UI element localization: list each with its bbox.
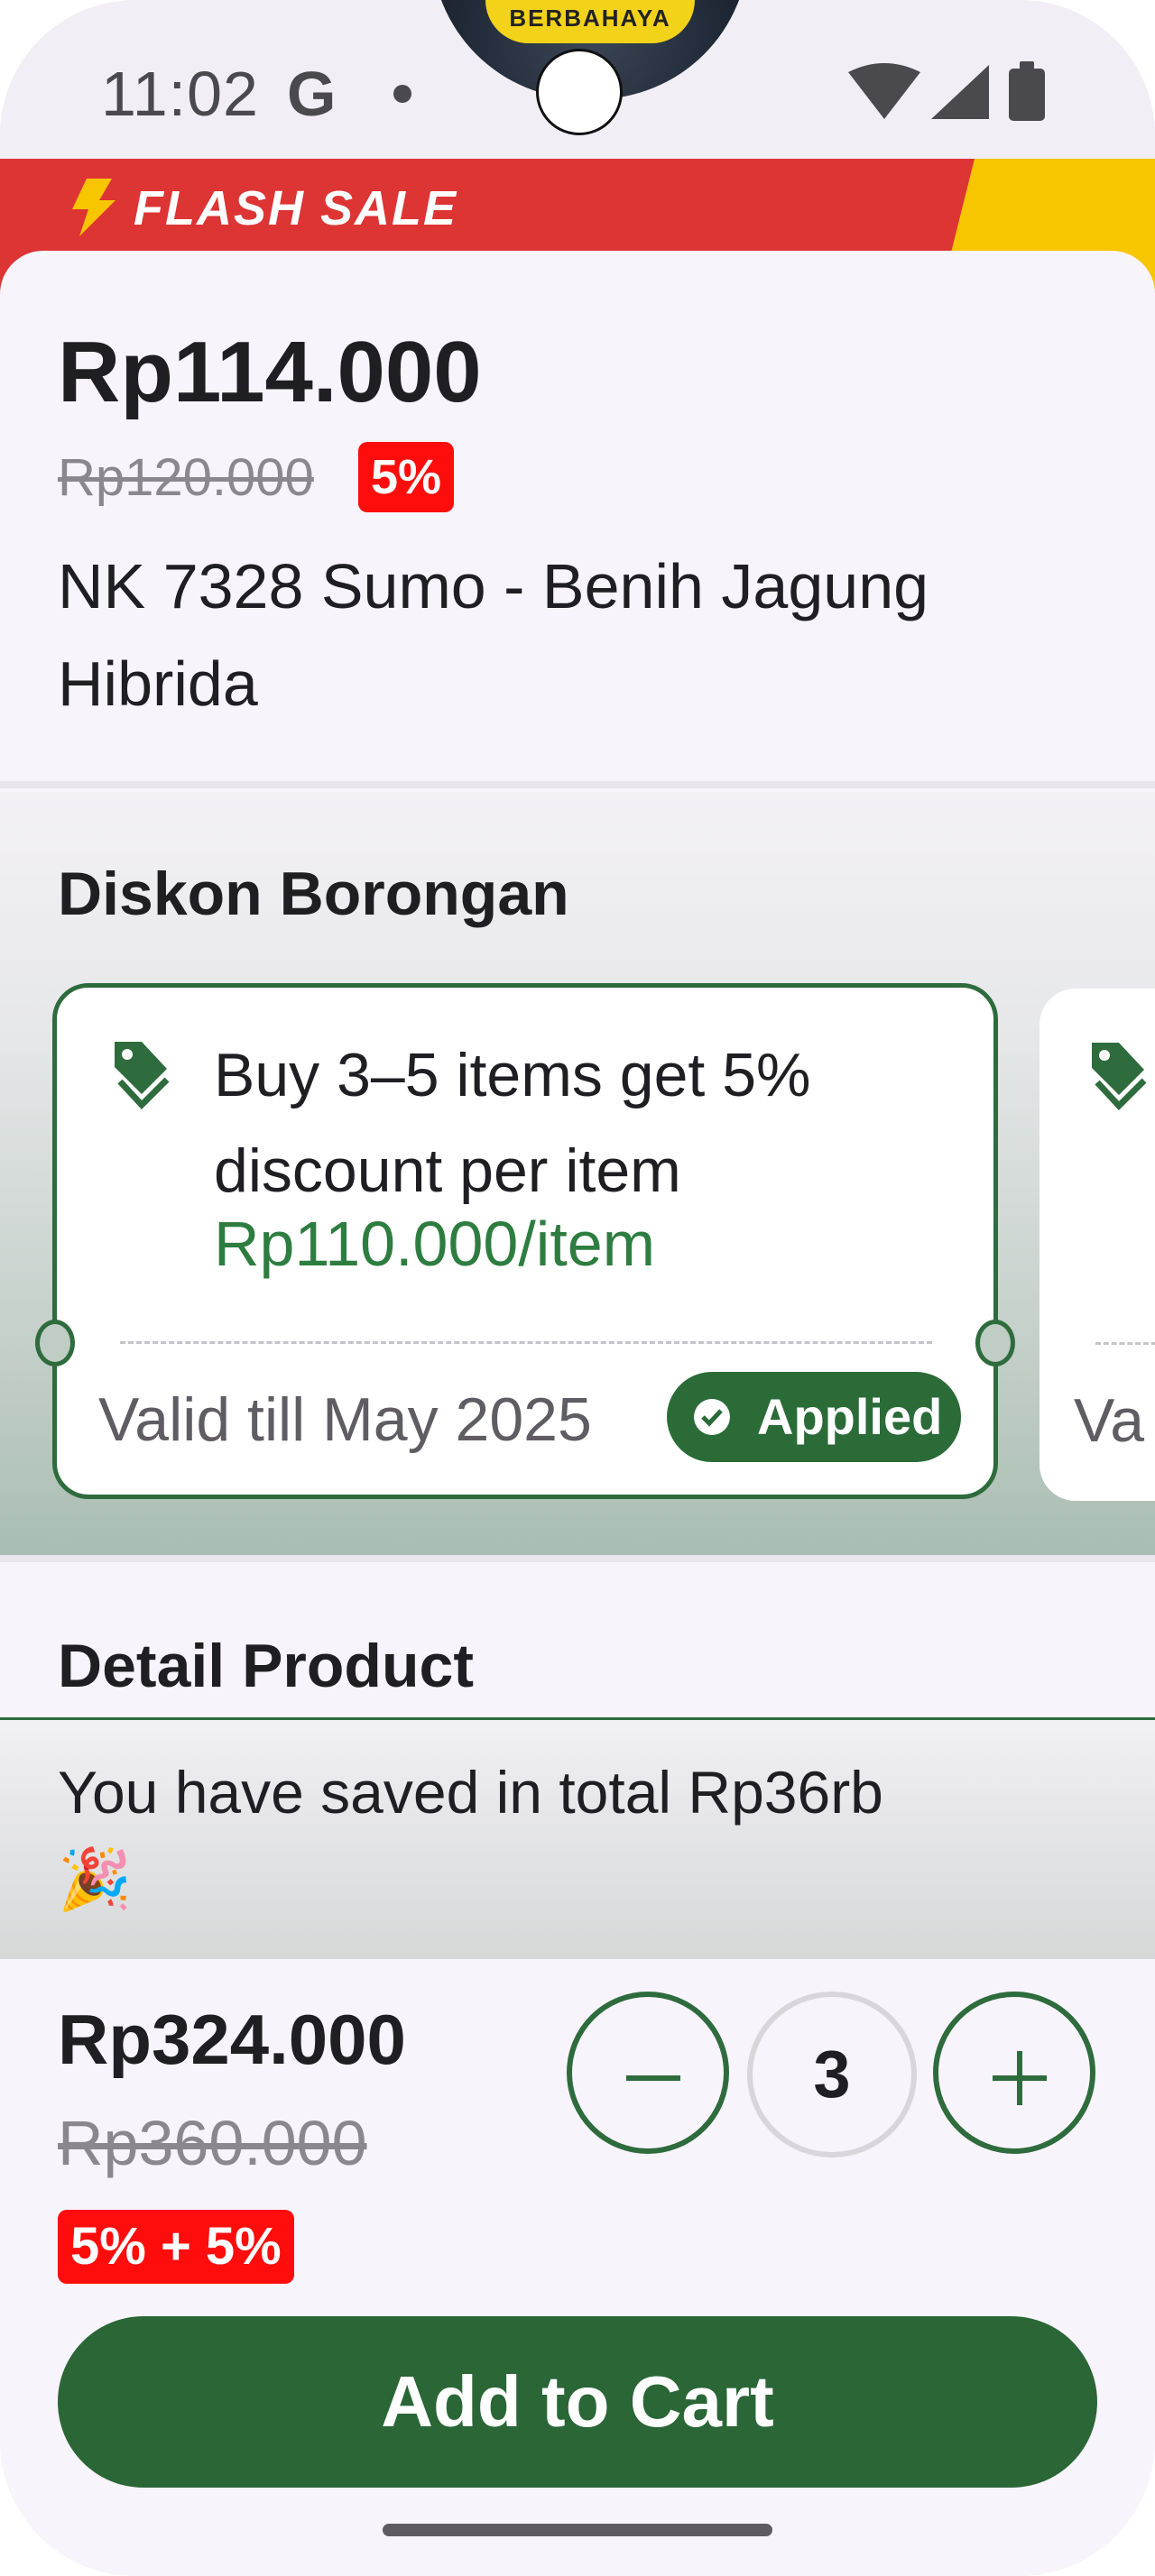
product-old-price: Rp120.000 xyxy=(58,448,314,507)
notification-dot-icon xyxy=(393,85,411,103)
bulk-discount-section: Diskon Borongan Buy 3–5 items get 5% dis… xyxy=(0,792,1155,1555)
card-notch-right xyxy=(975,1320,1015,1366)
status-bar: BERBAHAYA 11:02 G xyxy=(0,0,1155,159)
detail-product-title[interactable]: Detail Product xyxy=(58,1631,474,1701)
product-name: NK 7328 Sumo - Benih Jagung Hibrida xyxy=(58,551,929,719)
quantity-value[interactable]: 3 xyxy=(747,1992,917,2157)
product-price: Rp114.000 xyxy=(58,324,482,420)
add-to-cart-button[interactable]: Add to Cart xyxy=(58,2316,1097,2488)
price-tag-icon xyxy=(1092,1043,1147,1111)
product-image-label: BERBAHAYA xyxy=(485,0,695,43)
savings-text: You have saved in total Rp36rb 🎉 xyxy=(58,1749,1104,1922)
minus-icon xyxy=(626,2075,680,2081)
battery-icon xyxy=(1009,69,1045,121)
dashed-divider xyxy=(1095,1342,1155,1345)
bulk-discount-title: Diskon Borongan xyxy=(58,860,569,928)
decrease-quantity-button[interactable] xyxy=(567,1992,729,2154)
flash-sale-label: FLASH SALE xyxy=(134,181,458,235)
dashed-divider xyxy=(120,1341,932,1344)
price-tag-icon xyxy=(115,1042,170,1110)
product-info-card: Rp114.000 Rp120.000 5% NK 7328 Sumo - Be… xyxy=(0,251,1155,781)
bulk-valid-until-partial: Va xyxy=(1074,1386,1145,1455)
divider xyxy=(0,781,1155,788)
party-icon: 🎉 xyxy=(58,1845,133,1912)
total-price: Rp324.000 xyxy=(58,2000,406,2079)
bulk-price-per-item: Rp110.000/item xyxy=(214,1209,656,1279)
phone-screen: BERBAHAYA 11:02 G FLASH SALE Rp114.000 R… xyxy=(0,0,1155,2576)
bulk-discount-card[interactable]: Buy 3–5 items get 5% discount per item R… xyxy=(35,983,1015,1499)
divider xyxy=(0,1555,1155,1562)
savings-message: You have saved in total Rp36rb xyxy=(58,1759,883,1826)
lightning-icon xyxy=(72,179,116,236)
applied-label: Applied xyxy=(757,1388,943,1445)
card-notch-left xyxy=(35,1320,75,1366)
wifi-icon xyxy=(848,63,920,119)
increase-quantity-button[interactable] xyxy=(933,1992,1095,2154)
applied-badge: Applied xyxy=(667,1372,961,1462)
savings-banner: You have saved in total Rp36rb 🎉 xyxy=(0,1720,1155,1959)
camera-cutout xyxy=(536,49,623,135)
discount-badge: 5% xyxy=(358,442,455,512)
status-time: 11:02 xyxy=(101,59,259,129)
home-indicator[interactable] xyxy=(383,2524,772,2536)
plus-icon xyxy=(993,2051,1047,2105)
bulk-valid-until: Valid till May 2025 xyxy=(98,1385,592,1454)
check-circle-icon xyxy=(694,1399,730,1435)
checkout-bar: Rp324.000 Rp360.000 5% + 5% 3 Add to Car… xyxy=(0,1959,1155,2576)
google-icon: G xyxy=(287,59,337,129)
signal-icon xyxy=(931,65,989,119)
bulk-discount-card-next[interactable]: Va xyxy=(1040,989,1155,1501)
status-icons xyxy=(848,61,1045,121)
bulk-offer-text: Buy 3–5 items get 5% discount per item xyxy=(214,1041,811,1205)
total-old-price: Rp360.000 xyxy=(58,2108,367,2178)
combined-discount-badge: 5% + 5% xyxy=(58,2210,294,2284)
